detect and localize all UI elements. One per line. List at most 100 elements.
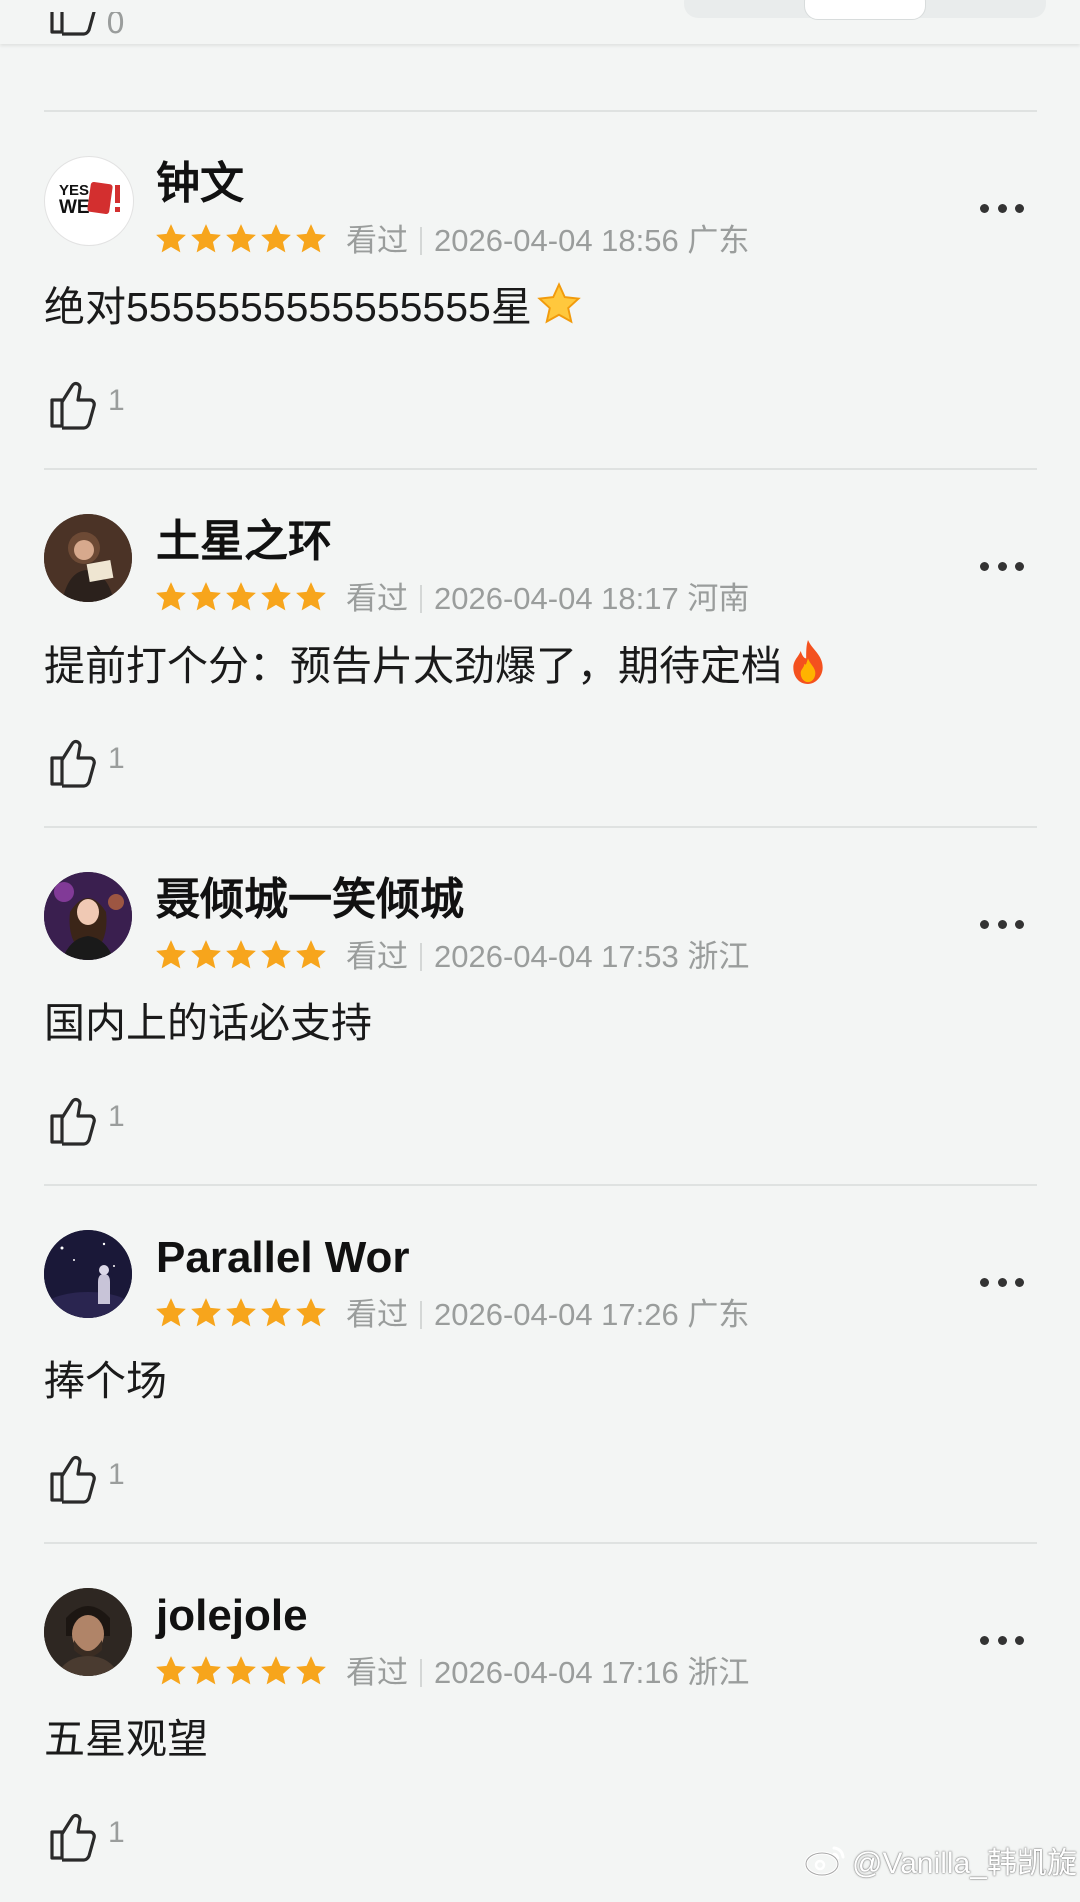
comment-item: YES WE 钟文 看过 2026-04-04 18:56 广东 绝对555555… <box>0 112 1080 470</box>
comment-body: 五星观望 <box>44 1712 208 1766</box>
star-icon <box>226 582 256 611</box>
comment-datetime: 2026-04-04 18:56 <box>434 223 679 258</box>
avatar[interactable] <box>44 1588 132 1676</box>
more-options-icon[interactable] <box>980 920 1024 932</box>
more-options-icon[interactable] <box>980 204 1024 216</box>
avatar-image <box>44 1230 132 1318</box>
comment-text: 提前打个分：预告片太劲爆了，期待定档 <box>44 643 782 689</box>
rating-stars <box>154 1296 329 1336</box>
watched-status: 看过 <box>346 581 408 616</box>
meta-separator <box>420 1301 422 1329</box>
avatar[interactable] <box>44 872 132 960</box>
comment-location: 河南 <box>687 581 750 616</box>
watermark: @Vanilla_韩凯旋 <box>804 1840 1077 1880</box>
rating-stars <box>154 580 329 620</box>
like-button[interactable]: 1 <box>44 1092 125 1148</box>
thumbs-up-icon <box>50 1813 96 1862</box>
comment-location: 广东 <box>687 1297 750 1332</box>
comment-meta: 看过 2026-04-04 17:26 广东 <box>346 1294 749 1336</box>
star-icon <box>191 940 221 969</box>
thumbs-up-icon <box>50 1455 96 1504</box>
like-count: 1 <box>108 1816 125 1849</box>
username[interactable]: 土星之环 <box>156 516 332 568</box>
comment-body: 提前打个分：预告片太劲爆了，期待定档 <box>44 638 830 693</box>
watched-status: 看过 <box>346 1655 408 1690</box>
star-icon <box>191 1298 221 1327</box>
meta-separator <box>420 943 422 971</box>
comment-meta: 看过 2026-04-04 17:53 浙江 <box>346 936 749 978</box>
thumbs-up-icon <box>50 381 96 430</box>
more-options-icon[interactable] <box>980 1278 1024 1290</box>
star-icon <box>156 1298 186 1327</box>
star-icon <box>261 940 291 969</box>
watched-status: 看过 <box>346 1297 408 1332</box>
previous-like-button[interactable]: 0 <box>44 12 140 44</box>
more-options-icon[interactable] <box>980 1636 1024 1648</box>
yes-we-logo: YES WE <box>59 182 120 218</box>
thumbs-up-icon <box>50 1097 96 1146</box>
star-icon <box>261 1298 291 1327</box>
comment-text: 捧个场 <box>44 1358 167 1404</box>
watched-status: 看过 <box>346 939 408 974</box>
avatar[interactable] <box>44 1230 132 1318</box>
like-count: 1 <box>108 384 125 417</box>
comment-location: 浙江 <box>687 939 750 974</box>
comment-meta: 看过 2026-04-04 18:56 广东 <box>346 220 749 262</box>
comment-datetime: 2026-04-04 17:26 <box>434 1297 679 1332</box>
star-icon <box>156 224 186 253</box>
svg-text:WE: WE <box>59 197 90 218</box>
rating-stars <box>154 1654 329 1694</box>
avatar-image <box>44 872 132 960</box>
star-icon <box>296 1656 326 1685</box>
star-icon <box>191 1656 221 1685</box>
star-icon <box>226 1656 256 1685</box>
avatar-image <box>44 1588 132 1676</box>
fire-emoji <box>793 640 823 684</box>
comment-body: 国内上的话必支持 <box>44 996 372 1050</box>
comment-text: 绝对5555555555555555星 <box>44 284 532 330</box>
username[interactable]: Parallel Wor <box>156 1232 410 1284</box>
comment-datetime: 2026-04-04 17:16 <box>434 1655 679 1690</box>
star-icon <box>296 224 326 253</box>
star-icon <box>156 1656 186 1685</box>
meta-separator <box>420 1659 422 1687</box>
username[interactable]: jolejole <box>156 1590 308 1642</box>
username[interactable]: 钟文 <box>156 158 244 210</box>
comment-item: 聂倾城一笑倾城 看过 2026-04-04 17:53 浙江 国内上的话必支持 1 <box>0 828 1080 1186</box>
star-icon <box>156 582 186 611</box>
comment-body: 捧个场 <box>44 1354 167 1408</box>
thumbs-up-icon <box>50 739 96 788</box>
more-options-icon[interactable] <box>980 562 1024 574</box>
sort-tabs[interactable] <box>684 0 1046 20</box>
comment-item: 土星之环 看过 2026-04-04 18:17 河南 提前打个分：预告片太劲爆了… <box>0 470 1080 828</box>
like-count: 1 <box>108 1100 125 1133</box>
comment-location: 广东 <box>687 223 750 258</box>
like-button[interactable]: 1 <box>44 1450 125 1506</box>
watermark-text: @Vanilla_韩凯旋 <box>852 1847 1077 1880</box>
star-icon <box>226 224 256 253</box>
star-icon <box>296 582 326 611</box>
comment-meta: 看过 2026-04-04 17:16 浙江 <box>346 1652 749 1694</box>
avatar[interactable] <box>44 514 132 602</box>
avatar[interactable]: YES WE <box>44 156 134 246</box>
thumbs-up-icon <box>50 12 96 36</box>
like-button[interactable]: 1 <box>44 376 125 432</box>
rating-stars <box>154 938 329 978</box>
like-button[interactable]: 1 <box>44 734 125 790</box>
like-count: 1 <box>108 1458 125 1491</box>
star-icon <box>296 1298 326 1327</box>
comment-datetime: 2026-04-04 17:53 <box>434 939 679 974</box>
like-button[interactable]: 1 <box>44 1808 125 1864</box>
weibo-logo-icon <box>804 1846 845 1877</box>
comment-location: 浙江 <box>687 1655 750 1690</box>
previous-like-count: 0 <box>106 12 126 41</box>
username[interactable]: 聂倾城一笑倾城 <box>156 874 464 926</box>
comment-body: 绝对5555555555555555星 <box>44 280 582 334</box>
star-icon <box>191 582 221 611</box>
sort-tab-active[interactable] <box>804 0 926 20</box>
rating-stars <box>154 222 329 262</box>
watched-status: 看过 <box>346 223 408 258</box>
meta-separator <box>420 227 422 255</box>
star-icon <box>191 224 221 253</box>
star-icon <box>261 1656 291 1685</box>
